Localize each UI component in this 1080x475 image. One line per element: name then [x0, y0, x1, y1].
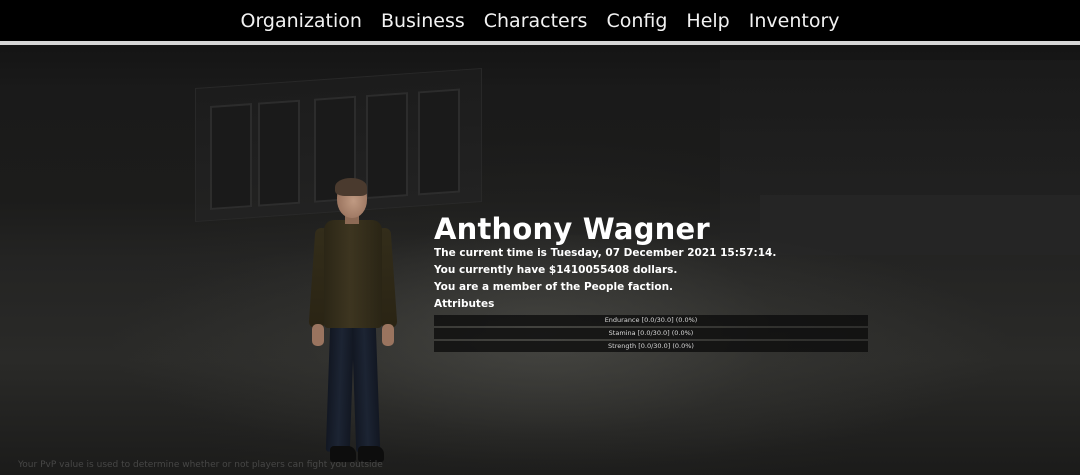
- game-screen: Organization Business Characters Config …: [0, 0, 1080, 475]
- background-window: [210, 103, 252, 210]
- money-text: You currently have $1410055408 dollars.: [434, 264, 678, 276]
- current-time-text: The current time is Tuesday, 07 December…: [434, 247, 777, 259]
- pvp-hint-text: Your PvP value is used to determine whet…: [18, 460, 383, 470]
- attribute-row-strength: Strength [0.0/30.0] (0.0%): [434, 341, 868, 352]
- character-model: [300, 178, 410, 473]
- character-name: Anthony Wagner: [434, 212, 710, 246]
- character-hand-left: [312, 324, 324, 346]
- character-hand-right: [382, 324, 394, 346]
- attribute-row-endurance: Endurance [0.0/30.0] (0.0%): [434, 315, 868, 326]
- character-jacket: [324, 220, 382, 328]
- menu-item-business[interactable]: Business: [381, 10, 465, 32]
- character-hair: [335, 178, 367, 196]
- faction-text: You are a member of the People faction.: [434, 281, 674, 293]
- menu-item-organization[interactable]: Organization: [240, 10, 361, 32]
- menu-item-characters[interactable]: Characters: [484, 10, 588, 32]
- background-window: [418, 88, 460, 196]
- character-leg-left: [325, 323, 355, 453]
- character-info-panel: Anthony Wagner The current time is Tuesd…: [434, 211, 870, 354]
- attribute-row-stamina: Stamina [0.0/30.0] (0.0%): [434, 328, 868, 339]
- menu-item-help[interactable]: Help: [686, 10, 729, 32]
- background-window: [258, 99, 300, 207]
- menu-item-inventory[interactable]: Inventory: [749, 10, 840, 32]
- attributes-heading: Attributes: [434, 298, 495, 310]
- menu-item-config[interactable]: Config: [606, 10, 667, 32]
- attributes-list: Endurance [0.0/30.0] (0.0%) Stamina [0.0…: [434, 315, 868, 352]
- character-leg-right: [351, 323, 381, 453]
- top-menu-bar: Organization Business Characters Config …: [0, 0, 1080, 45]
